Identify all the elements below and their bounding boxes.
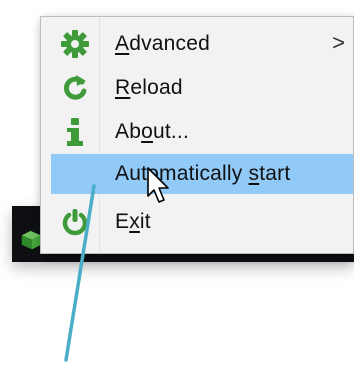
annotation-pointer-line — [64, 184, 96, 362]
screenshot-stage: Advanced > Reload About... Automatically… — [0, 0, 354, 365]
